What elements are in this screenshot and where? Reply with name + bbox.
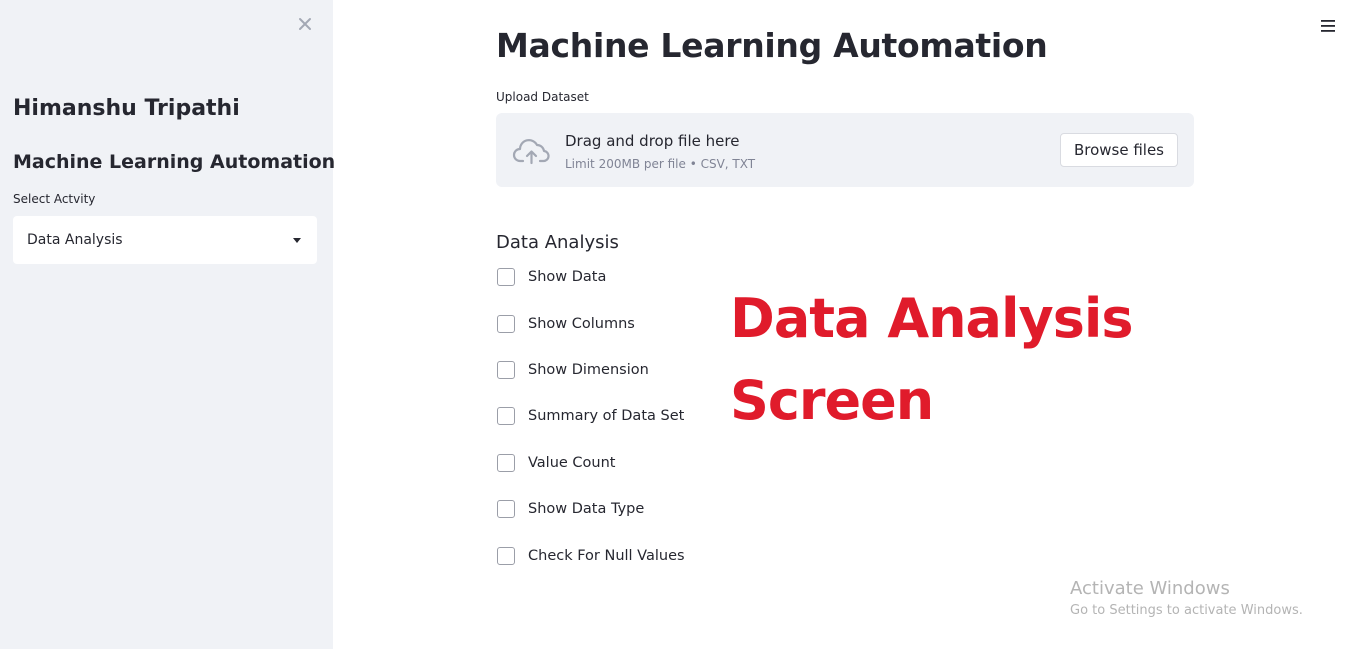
checkbox-label: Check For Null Values (528, 548, 685, 564)
checkbox-label: Show Data Type (528, 501, 645, 517)
checkbox-box[interactable] (497, 547, 515, 565)
dropzone-limit: Limit 200MB per file • CSV, TXT (565, 157, 756, 171)
cloud-upload-icon (512, 135, 552, 167)
checkbox-box[interactable] (497, 361, 515, 379)
sidebar-app-title: Machine Learning Automation (13, 151, 336, 173)
checkbox-show-dimension[interactable]: Show Dimension (497, 361, 649, 379)
annotation-line-1: Data Analysis (730, 287, 1133, 350)
section-title: Data Analysis (496, 232, 619, 253)
page-title: Machine Learning Automation (496, 26, 1048, 65)
checkbox-label: Summary of Data Set (528, 408, 685, 424)
annotation-line-2: Screen (730, 369, 934, 432)
checkbox-label: Value Count (528, 455, 616, 471)
checkbox-box[interactable] (497, 407, 515, 425)
dropzone-instruction: Drag and drop file here (565, 132, 740, 150)
sidebar: Himanshu Tripathi Machine Learning Autom… (0, 0, 336, 649)
checkbox-box[interactable] (497, 500, 515, 518)
windows-watermark-title: Activate Windows (1070, 578, 1230, 599)
checkbox-label: Show Columns (528, 316, 635, 332)
sidebar-user-name: Himanshu Tripathi (13, 96, 240, 121)
checkbox-label: Show Dimension (528, 362, 649, 378)
activity-select-value: Data Analysis (27, 232, 123, 248)
checkbox-value-count[interactable]: Value Count (497, 454, 616, 472)
upload-label: Upload Dataset (496, 90, 589, 104)
file-dropzone[interactable]: Drag and drop file here Limit 200MB per … (496, 113, 1194, 187)
activity-select[interactable]: Data Analysis (13, 216, 317, 264)
annotation-overlay: Data Analysis Screen (730, 278, 1133, 442)
app-root: Himanshu Tripathi Machine Learning Autom… (0, 0, 1354, 649)
checkbox-show-columns[interactable]: Show Columns (497, 315, 635, 333)
checkbox-summary[interactable]: Summary of Data Set (497, 407, 684, 425)
checkbox-box[interactable] (497, 454, 515, 472)
checkbox-show-data[interactable]: Show Data (497, 268, 606, 286)
close-icon[interactable] (294, 12, 316, 36)
checkbox-box[interactable] (497, 268, 515, 286)
browse-files-button[interactable]: Browse files (1059, 133, 1178, 167)
checkbox-label: Show Data (528, 269, 607, 285)
checkbox-show-data-type[interactable]: Show Data Type (497, 500, 644, 518)
hamburger-menu-icon[interactable] (1318, 16, 1338, 36)
windows-watermark-subtitle: Go to Settings to activate Windows. (1070, 603, 1303, 618)
caret-down-icon (293, 237, 301, 243)
activity-select-label: Select Actvity (13, 192, 96, 206)
checkbox-box[interactable] (497, 315, 515, 333)
checkbox-null-values[interactable]: Check For Null Values (497, 547, 685, 565)
